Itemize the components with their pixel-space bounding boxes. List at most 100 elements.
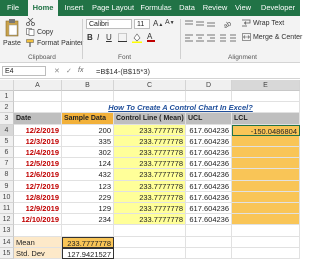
underline-button[interactable]: U [106, 33, 112, 42]
cell[interactable] [186, 225, 232, 237]
row-header[interactable]: 3 [0, 113, 14, 125]
row-header[interactable]: 6 [0, 147, 14, 159]
cell[interactable] [232, 225, 300, 237]
sample-cell[interactable]: 432 [62, 169, 114, 181]
date-cell[interactable]: 12/4/2019 [14, 147, 62, 159]
lcl-cell[interactable] [232, 135, 300, 147]
mean-cell[interactable]: 233.7777778 [114, 169, 186, 181]
sample-cell[interactable]: 129 [62, 203, 114, 215]
ucl-cell[interactable]: 617.604236 [186, 147, 232, 159]
active-cell[interactable]: -150.0486804 [232, 124, 300, 136]
cell[interactable] [232, 91, 300, 103]
tab-page-layout[interactable]: Page Layout [90, 0, 136, 16]
sample-cell[interactable]: 302 [62, 147, 114, 159]
row-header[interactable]: 1 [0, 91, 14, 103]
cell[interactable] [14, 225, 62, 237]
increase-font-icon[interactable]: A▲ [153, 19, 163, 28]
orientation-icon[interactable]: ab [223, 20, 233, 28]
row-header[interactable]: 11 [0, 203, 14, 215]
column-header-selected[interactable]: E [232, 80, 300, 91]
lcl-cell[interactable] [232, 191, 300, 203]
row-header[interactable]: 15 [0, 247, 14, 259]
worksheet-grid[interactable]: A B C D E 1 2 3 4 5 6 7 8 9 10 11 12 13 14 15 How To Cr… [0, 80, 300, 259]
ucl-cell[interactable]: 617.604236 [186, 169, 232, 181]
font-color-icon[interactable]: A [147, 32, 155, 42]
cell[interactable] [114, 247, 186, 259]
indent-icon[interactable] [218, 34, 238, 42]
column-title[interactable]: UCL [186, 113, 232, 125]
ucl-cell[interactable]: 617.604236 [186, 158, 232, 170]
formula-input[interactable]: =B$14-(B$15*3) [96, 67, 150, 76]
paste-label[interactable]: Paste [3, 40, 21, 47]
mean-cell[interactable]: 233.7777778 [114, 214, 186, 226]
copy-button[interactable]: Copy [26, 28, 53, 36]
font-size-select[interactable]: 11 [134, 19, 150, 29]
row-header[interactable]: 14 [0, 236, 14, 248]
cell[interactable] [186, 236, 232, 248]
lcl-cell[interactable] [232, 147, 300, 159]
column-header[interactable]: A [14, 80, 62, 91]
ucl-cell[interactable]: 617.604236 [186, 135, 232, 147]
cell[interactable] [186, 247, 232, 259]
column-header[interactable]: D [186, 80, 232, 91]
fx-icon[interactable]: fx [78, 67, 83, 74]
mean-cell[interactable]: 233.7777778 [114, 180, 186, 192]
lcl-cell[interactable] [232, 180, 300, 192]
row-header[interactable]: 7 [0, 158, 14, 170]
cell[interactable] [114, 236, 186, 248]
column-header[interactable]: C [114, 80, 186, 91]
ucl-cell[interactable]: 617.604236 [186, 214, 232, 226]
tab-home[interactable]: Home [28, 0, 58, 16]
row-header[interactable]: 5 [0, 135, 14, 147]
borders-icon[interactable] [118, 33, 127, 42]
fill-color-icon[interactable] [132, 33, 142, 43]
row-header[interactable]: 8 [0, 169, 14, 181]
wrap-text-button[interactable]: Wrap Text [242, 19, 284, 27]
column-title[interactable]: LCL [232, 113, 300, 125]
stat-value[interactable]: 233.7777778 [62, 236, 114, 248]
stat-label[interactable]: Std. Dev [14, 247, 62, 259]
cell[interactable] [62, 225, 114, 237]
sample-cell[interactable]: 229 [62, 191, 114, 203]
ucl-cell[interactable]: 617.604236 [186, 191, 232, 203]
tab-file[interactable]: File [2, 0, 24, 16]
enter-icon[interactable]: ✓ [66, 67, 72, 75]
sample-cell[interactable]: 234 [62, 214, 114, 226]
cell[interactable] [114, 225, 186, 237]
lcl-cell[interactable] [232, 158, 300, 170]
ucl-cell[interactable]: 617.604236 [186, 124, 232, 136]
row-header[interactable]: 4 [0, 124, 14, 136]
cell[interactable] [114, 91, 186, 103]
date-cell[interactable]: 12/2/2019 [14, 124, 62, 136]
sample-cell[interactable]: 200 [62, 124, 114, 136]
sheet-title[interactable]: How To Create A Control Chart In Excel? [62, 102, 300, 114]
mean-cell[interactable]: 233.7777778 [114, 135, 186, 147]
cell[interactable] [232, 247, 300, 259]
left-align-icon[interactable] [185, 34, 215, 42]
decrease-font-icon[interactable]: A▼ [165, 19, 175, 26]
lcl-cell[interactable] [232, 214, 300, 226]
date-cell[interactable]: 12/6/2019 [14, 169, 62, 181]
row-header[interactable]: 12 [0, 214, 14, 226]
date-cell[interactable]: 12/9/2019 [14, 203, 62, 215]
format-painter-button[interactable]: Format Painter [26, 39, 83, 47]
column-title[interactable]: Control Line ( Mean) [114, 113, 186, 125]
row-header[interactable]: 10 [0, 191, 14, 203]
cell[interactable] [232, 236, 300, 248]
column-header[interactable]: B [62, 80, 114, 91]
select-all-corner[interactable] [0, 80, 14, 91]
mean-cell[interactable]: 233.7777778 [114, 124, 186, 136]
stat-label[interactable]: Mean [14, 236, 62, 248]
stat-value[interactable]: 127.9421527 [62, 247, 114, 259]
tab-view[interactable]: View [232, 0, 254, 16]
merge-center-button[interactable]: Merge & Center [242, 33, 302, 41]
column-title[interactable]: Date [14, 113, 62, 125]
date-cell[interactable]: 12/3/2019 [14, 135, 62, 147]
sample-cell[interactable]: 124 [62, 158, 114, 170]
cell[interactable] [14, 91, 62, 103]
tab-insert[interactable]: Insert [60, 0, 88, 16]
tab-developer[interactable]: Developer [256, 0, 300, 16]
italic-button[interactable]: I [97, 33, 99, 42]
lcl-cell[interactable] [232, 169, 300, 181]
mean-cell[interactable]: 233.7777778 [114, 203, 186, 215]
